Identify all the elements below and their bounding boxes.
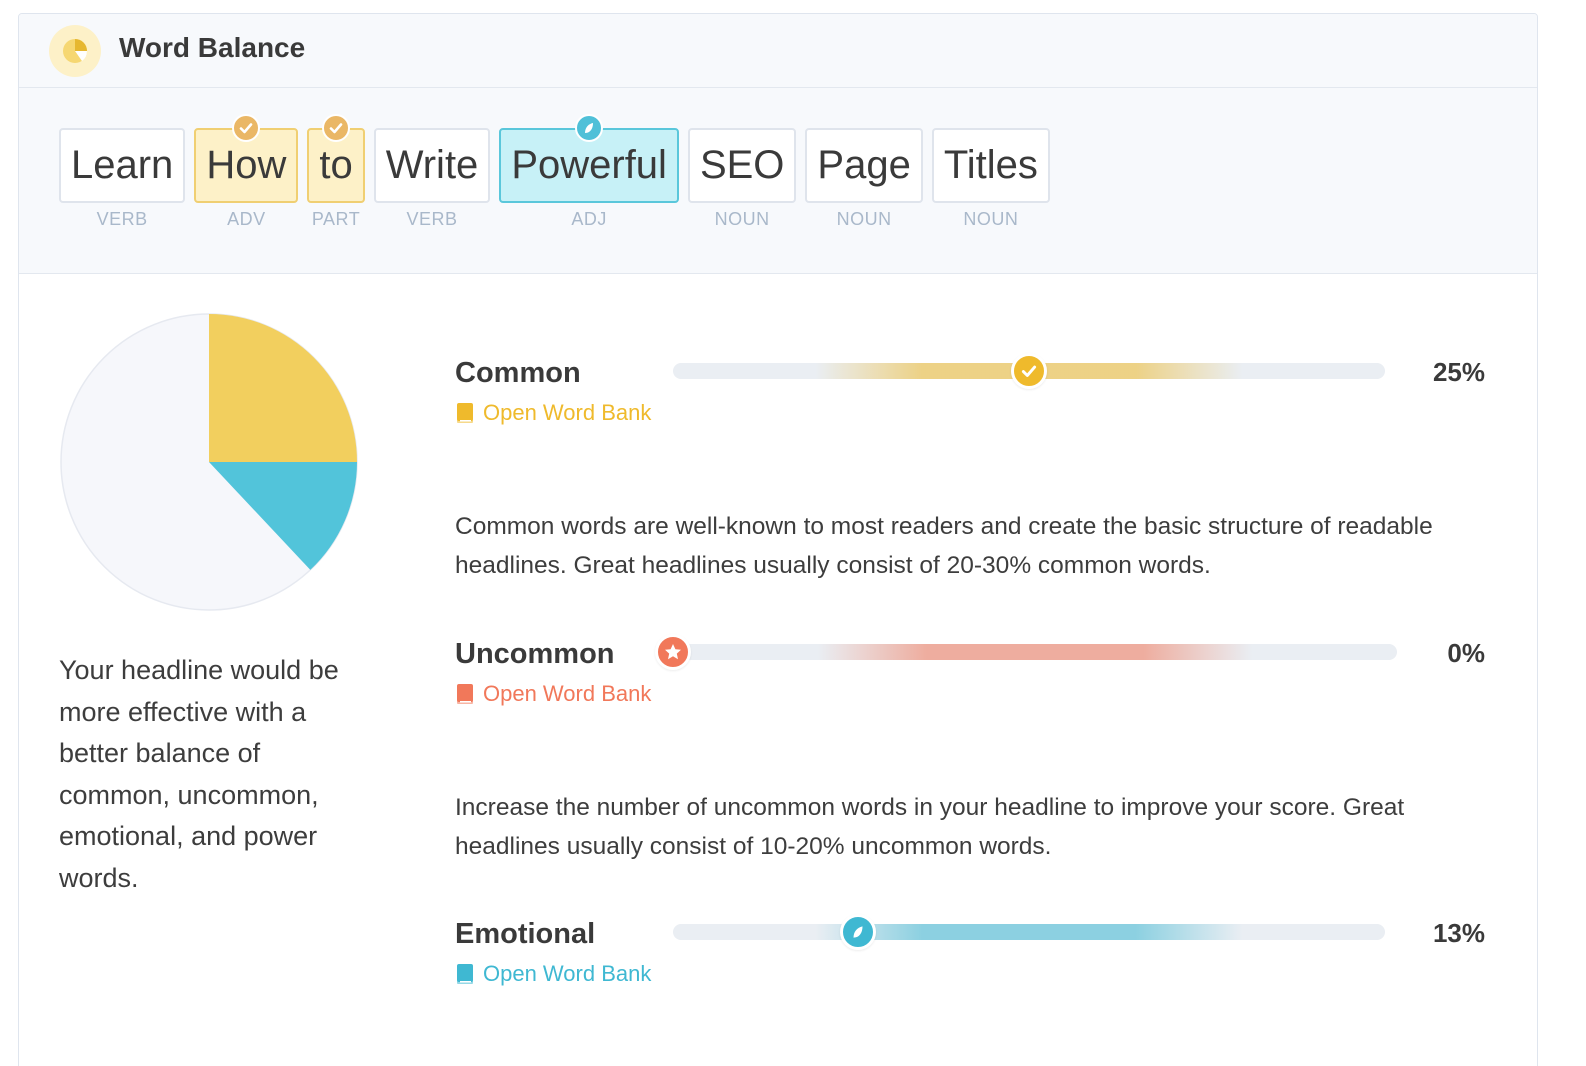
common-check-icon	[322, 114, 351, 142]
metric-uncommon-range	[673, 644, 1397, 660]
word-token[interactable]: Learn VERB	[59, 128, 186, 230]
pie-slice-common	[209, 314, 357, 462]
headline-words-strip: Learn VERB How ADV to PART Write VERB Po…	[19, 88, 1537, 274]
metric-uncommon-track	[655, 634, 1397, 670]
word-token[interactable]: Powerful ADJ	[499, 114, 679, 230]
panel-title: Word Balance	[119, 32, 306, 63]
word-token[interactable]: to PART	[307, 114, 365, 230]
word-pos-label: VERB	[406, 209, 458, 229]
common-open-word-bank-link[interactable]: Open Word Bank	[455, 400, 651, 426]
book-icon	[457, 403, 473, 423]
word-pos-label: ADJ	[571, 209, 607, 229]
common-open-word-bank-label: Open Word Bank	[483, 400, 652, 425]
metric-common-description: Common words are well-known to most read…	[455, 513, 1433, 579]
balance-summary-text: Your headline would be more effective wi…	[59, 655, 339, 893]
metric-emotional-range	[673, 924, 1385, 940]
word-pos-label: ADV	[227, 209, 266, 229]
word-balance-pie	[59, 312, 359, 612]
metric-common-value: 25%	[1432, 357, 1485, 387]
metric-uncommon: Uncommon 0% Open Word Bank	[455, 634, 1485, 708]
metric-emotional-value: 13%	[1432, 918, 1485, 948]
metric-emotional-name: Emotional	[455, 918, 596, 950]
metric-uncommon-marker	[655, 634, 691, 670]
metric-uncommon-name: Uncommon	[455, 638, 615, 670]
book-icon	[457, 684, 473, 704]
word-balance-panel: Word Balance Learn VERB How ADV to PART	[18, 13, 1538, 1066]
book-icon	[457, 964, 473, 984]
word-pos-label: NOUN	[963, 209, 1019, 229]
uncommon-open-word-bank-link[interactable]: Open Word Bank	[455, 681, 651, 707]
word-token[interactable]: Page NOUN	[805, 128, 923, 230]
word-token[interactable]: SEO NOUN	[687, 128, 797, 230]
emotional-open-word-bank-link[interactable]: Open Word Bank	[455, 961, 651, 987]
metric-uncommon-description: Increase the number of uncommon words in…	[455, 794, 1405, 860]
word-box: Learn	[59, 128, 186, 203]
metric-emotional-marker	[840, 914, 877, 950]
metric-common-marker	[1011, 353, 1047, 389]
word-token[interactable]: Titles NOUN	[931, 128, 1050, 230]
word-pos-label: NOUN	[836, 209, 892, 229]
word-pos-label: PART	[311, 209, 361, 229]
word-box: Write	[373, 128, 491, 203]
word-token[interactable]: Write VERB	[373, 128, 491, 230]
word-pos-label: VERB	[96, 209, 148, 229]
metric-emotional-track	[673, 914, 1385, 950]
word-box: Titles	[931, 128, 1050, 203]
metric-uncommon-value: 0%	[1447, 638, 1485, 668]
word-box: Page	[805, 128, 923, 203]
word-token[interactable]: How ADV	[194, 114, 299, 230]
word-pos-label: NOUN	[714, 209, 770, 229]
word-box: SEO	[687, 128, 797, 203]
metric-common-name: Common	[455, 357, 581, 389]
metric-common-track	[673, 353, 1385, 389]
pie-chart-icon	[49, 25, 101, 77]
uncommon-open-word-bank-label: Open Word Bank	[483, 681, 652, 706]
metric-emotional: Emotional 13% Open Word Bank	[455, 914, 1485, 988]
headline-word-list: Learn VERB How ADV to PART Write VERB Po…	[59, 114, 1050, 230]
emotional-drop-icon	[575, 114, 604, 142]
panel-header: Word Balance	[19, 14, 1537, 88]
emotional-open-word-bank-label: Open Word Bank	[483, 961, 652, 986]
metric-common: Common 25% Open Word Bank	[455, 353, 1485, 427]
